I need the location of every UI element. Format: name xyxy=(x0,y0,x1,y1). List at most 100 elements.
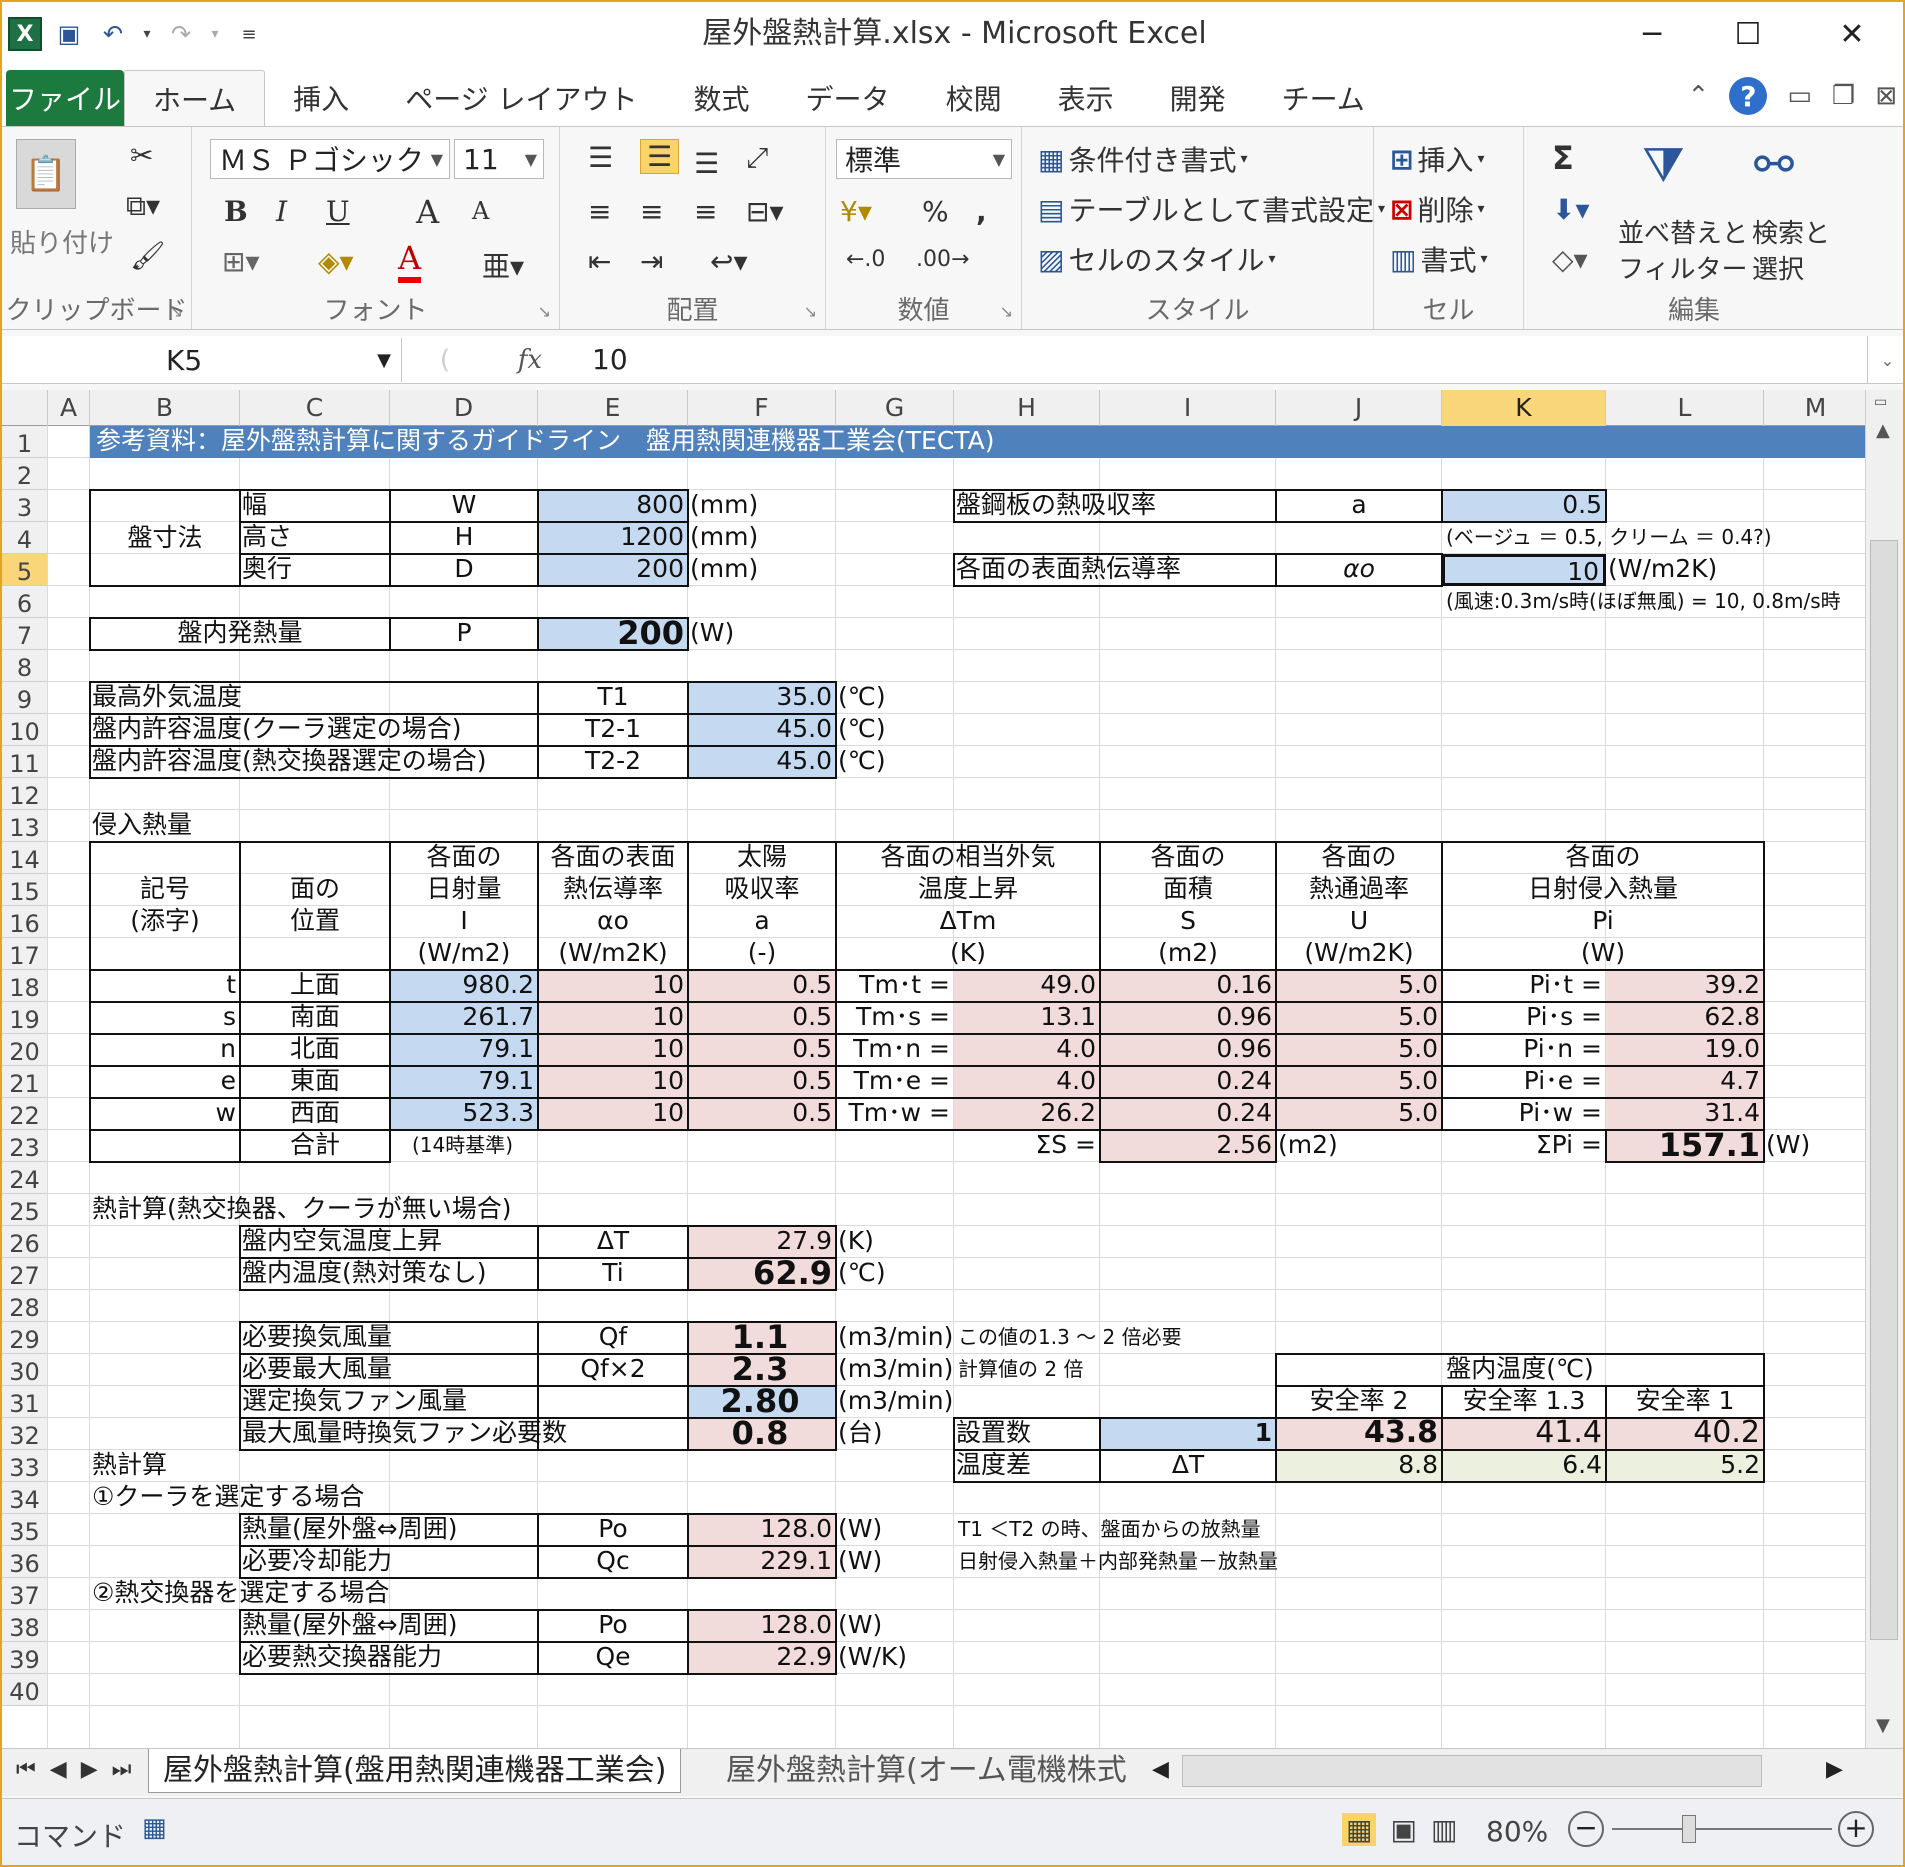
hx-symbol[interactable]: Po xyxy=(538,1610,688,1642)
table-row-symbol[interactable]: e xyxy=(90,1066,240,1098)
column-header-j[interactable]: J xyxy=(1276,390,1442,426)
workbook-restore-icon[interactable]: ❐ xyxy=(1832,81,1855,111)
number-format-select[interactable]: 標準 ▼ xyxy=(836,139,1012,179)
table-row-transmittance[interactable]: 5.0 xyxy=(1276,1002,1442,1034)
sum-pi-unit[interactable]: (W) xyxy=(1764,1130,1868,1162)
row-header-25[interactable]: 25 xyxy=(2,1194,48,1226)
row-header-12[interactable]: 12 xyxy=(2,778,48,810)
calc1-title[interactable]: 熱計算(熱交換器、クーラが無い場合) xyxy=(90,1194,836,1226)
table-header-c[interactable]: 面の xyxy=(240,874,390,906)
heat-value-input[interactable]: 200 xyxy=(538,617,688,650)
grow-font-button[interactable]: A xyxy=(416,193,439,231)
table-row-conductance[interactable]: 10 xyxy=(538,1098,688,1130)
phonetic-icon[interactable]: 亜▾ xyxy=(482,245,524,285)
column-header-a[interactable]: A xyxy=(48,390,90,426)
diff-label[interactable]: 温度差 xyxy=(954,1450,1100,1482)
column-header-b[interactable]: B xyxy=(90,390,240,426)
undo-dropdown-icon[interactable]: ▾ xyxy=(140,17,154,51)
hx-name[interactable]: 熱量(屋外盤⇔周囲) xyxy=(240,1610,538,1642)
row-header-26[interactable]: 26 xyxy=(2,1226,48,1258)
vent-unit[interactable]: (m3/min) xyxy=(836,1354,954,1386)
safety-temp-value[interactable]: 40.2 xyxy=(1606,1418,1764,1450)
formula-input[interactable]: 10 xyxy=(592,336,628,384)
table-header-kl[interactable]: (W) xyxy=(1442,938,1764,970)
cooler-note[interactable]: T1 ＜T2 の時、盤面からの放熱量 xyxy=(954,1514,1442,1546)
tab-formulas[interactable]: 数式 xyxy=(666,70,778,126)
dim-label[interactable]: 盤寸法 xyxy=(90,490,240,586)
cooler-unit[interactable]: (W) xyxy=(836,1514,954,1546)
tab-insert[interactable]: 挿入 xyxy=(265,70,377,126)
table-row-transmittance[interactable]: 5.0 xyxy=(1276,1098,1442,1130)
table-header-d[interactable]: I xyxy=(390,906,538,938)
cooler-symbol[interactable]: Po xyxy=(538,1514,688,1546)
italic-button[interactable]: I xyxy=(276,195,287,228)
table-header-f[interactable]: 太陽 xyxy=(688,842,836,874)
row-header-16[interactable]: 16 xyxy=(2,906,48,938)
column-header-c[interactable]: C xyxy=(240,390,390,426)
row-header-18[interactable]: 18 xyxy=(2,970,48,1002)
surface-note[interactable]: (風速:0.3m/s時(ほぼ無風) = 10, 0.8m/s時 xyxy=(1442,586,1868,618)
vent-name[interactable]: 必要換気風量 xyxy=(240,1322,538,1354)
temp-symbol[interactable]: T2-2 xyxy=(538,746,688,778)
dim-name[interactable]: 高さ xyxy=(240,522,390,554)
column-header-m[interactable]: M xyxy=(1764,390,1868,426)
safety-temp-value[interactable]: 43.8 xyxy=(1276,1418,1442,1450)
dim-value-input[interactable]: 1200 xyxy=(538,522,688,554)
redo-dropdown-icon[interactable]: ▾ xyxy=(208,17,222,51)
page-layout-view-icon[interactable]: ▣ xyxy=(1390,1813,1416,1846)
table-header-j[interactable]: 熱通過率 xyxy=(1276,874,1442,906)
table-row-pi-value[interactable]: 62.8 xyxy=(1606,1002,1764,1034)
inner-symbol[interactable]: Ti xyxy=(538,1258,688,1290)
row-header-7[interactable]: 7 xyxy=(2,618,48,650)
table-header-j[interactable]: (W/m2K) xyxy=(1276,938,1442,970)
fill-icon[interactable]: ⬇▾ xyxy=(1552,193,1590,226)
row-header-40[interactable]: 40 xyxy=(2,1674,48,1706)
absorb-name[interactable]: 盤鋼板の熱吸収率 xyxy=(954,490,1276,522)
cooler-note[interactable]: 日射侵入熱量＋内部発熱量－放熱量 xyxy=(954,1546,1442,1578)
increase-indent-icon[interactable]: ⇥ xyxy=(640,245,663,278)
sort-filter-label2[interactable]: フィルター xyxy=(1618,249,1747,286)
temp-symbol[interactable]: T1 xyxy=(538,682,688,714)
tab-team[interactable]: チーム xyxy=(1254,70,1393,126)
cooler-value[interactable]: 229.1 xyxy=(688,1546,836,1578)
find-select-icon[interactable]: ⚯ xyxy=(1754,137,1794,193)
row-header-13[interactable]: 13 xyxy=(2,810,48,842)
row-header-27[interactable]: 27 xyxy=(2,1258,48,1290)
insert-cells-button[interactable]: ⊞ 挿入 ▾ xyxy=(1390,139,1485,179)
delete-cells-button[interactable]: ⊠ 削除 ▾ xyxy=(1390,189,1485,229)
find-select-label1[interactable]: 検索と xyxy=(1752,213,1830,250)
temp-unit[interactable]: (℃) xyxy=(836,746,954,778)
heat-unit[interactable]: (W) xyxy=(688,618,836,650)
comma-button[interactable]: , xyxy=(976,195,987,228)
excel-app-icon[interactable]: X xyxy=(8,17,42,51)
diff-symbol[interactable]: ΔT xyxy=(1100,1450,1276,1482)
formula-cancel-icon[interactable]: ( xyxy=(440,345,450,375)
sheet-nav-icons[interactable]: ⏮◀▶⏭ xyxy=(16,1757,145,1782)
row-header-31[interactable]: 31 xyxy=(2,1386,48,1418)
absorb-symbol[interactable]: a xyxy=(1276,490,1442,522)
zoom-slider-thumb[interactable] xyxy=(1682,1815,1696,1843)
table-header-f[interactable]: 吸収率 xyxy=(688,874,836,906)
table-header-e[interactable]: 各面の表面 xyxy=(538,842,688,874)
tab-home[interactable]: ホーム xyxy=(124,70,266,126)
cooler-symbol[interactable]: Qc xyxy=(538,1546,688,1578)
cooler-name[interactable]: 熱量(屋外盤⇔周囲) xyxy=(240,1514,538,1546)
sort-filter-label1[interactable]: 並べ替えと xyxy=(1618,213,1748,250)
horizontal-scrollbar[interactable] xyxy=(1182,1755,1762,1787)
vent-unit[interactable]: (m3/min) xyxy=(836,1386,954,1418)
scroll-down-icon[interactable]: ▼ xyxy=(1876,1715,1890,1736)
vent-name[interactable]: 選定換気ファン風量 xyxy=(240,1386,538,1418)
workbook-close-icon[interactable]: ⊠ xyxy=(1875,81,1897,111)
scroll-thumb[interactable] xyxy=(1870,540,1898,1640)
align-left-icon[interactable]: ≡ xyxy=(588,195,611,228)
table-row-irradiance-input[interactable]: 261.7 xyxy=(390,1002,538,1034)
selected-cell-k5[interactable]: 10 xyxy=(1442,554,1606,586)
row-header-24[interactable]: 24 xyxy=(2,1162,48,1194)
zoom-slider[interactable] xyxy=(1612,1828,1832,1830)
temp-value-input[interactable]: 45.0 xyxy=(688,746,836,778)
dim-symbol[interactable]: D xyxy=(390,554,538,586)
table-header-f[interactable]: (-) xyxy=(688,938,836,970)
column-header-i[interactable]: I xyxy=(1100,390,1276,426)
table-header-gh[interactable]: 温度上昇 xyxy=(836,874,1100,906)
table-row-tm-label[interactable]: Tm･e = xyxy=(836,1066,954,1098)
